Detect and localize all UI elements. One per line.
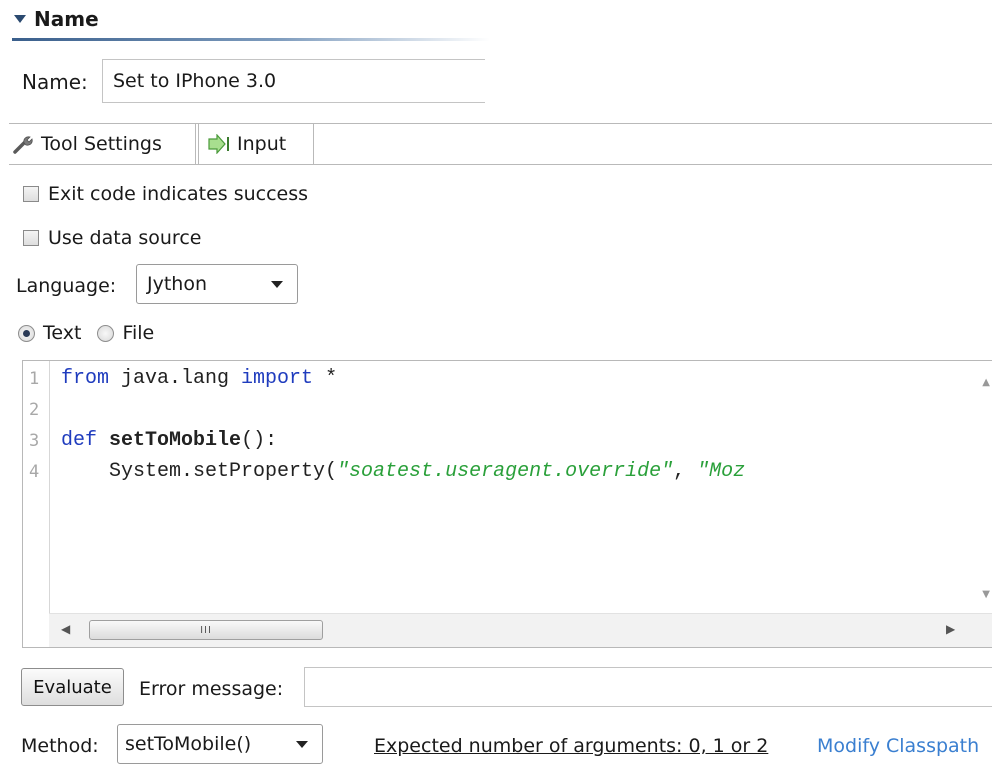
language-select[interactable]: Jython [136,264,298,304]
method-select[interactable]: setToMobile() [117,724,323,764]
error-message-input[interactable] [304,667,992,707]
source-mode-group: Text File [18,320,170,346]
scroll-right-arrow-icon[interactable]: ▶ [946,622,955,636]
use-data-source-label: Use data source [48,227,202,249]
code-text: (): [241,429,278,452]
code-line: from java.lang import * [61,367,337,390]
code-text: java.lang [109,367,242,390]
scrollbar-grip: III [200,624,212,636]
code-function-name: setToMobile [109,429,242,452]
section-header[interactable]: Name [14,4,99,34]
method-label: Method: [21,735,99,757]
code-text: System.setProperty( [61,460,338,483]
tab-bar: Tool Settings Input [9,123,992,165]
code-keyword: def [61,429,98,452]
language-label: Language: [16,275,117,297]
section-title: Name [34,7,99,31]
file-radio[interactable] [97,324,115,342]
code-keyword: import [241,367,314,390]
code-line: def setToMobile(): [61,429,277,452]
language-value: Jython [147,273,208,295]
line-number: 1 [29,369,40,389]
evaluate-button[interactable]: Evaluate [21,668,124,706]
section-divider [12,38,490,41]
exit-code-checkbox[interactable] [23,186,39,202]
line-number: 3 [29,431,40,451]
chevron-down-icon [296,740,308,748]
scroll-left-arrow-icon[interactable]: ◀ [61,622,70,636]
name-input[interactable] [102,59,485,103]
method-value: setToMobile() [125,733,252,755]
code-string: "Moz [697,460,746,483]
code-text: , [673,460,698,483]
exit-code-option[interactable]: Exit code indicates success [23,183,308,205]
scroll-up-arrow-icon[interactable]: ▲ [982,377,990,388]
tab-input[interactable]: Input [198,124,314,164]
expected-arguments-text: Expected number of arguments: 0, 1 or 2 [374,735,769,757]
name-label: Name: [22,70,88,94]
modify-classpath-link[interactable]: Modify Classpath [817,735,979,757]
collapse-triangle-icon[interactable] [14,15,26,23]
line-number-gutter: 1 2 3 4 [23,361,50,613]
wrench-icon [13,136,33,154]
text-radio-label: Text [43,322,82,344]
horizontal-scrollbar[interactable]: ◀ III ▶ [49,613,992,647]
scroll-down-arrow-icon[interactable]: ▼ [982,589,990,600]
file-radio-label: File [122,322,155,344]
use-data-source-checkbox[interactable] [23,230,39,246]
line-number: 2 [29,400,40,420]
tab-input-label: Input [237,133,287,155]
error-message-label: Error message: [139,678,284,700]
code-string: "soatest.useragent.override" [337,460,674,483]
tab-tool-settings[interactable]: Tool Settings [9,124,196,164]
code-editor[interactable]: 1 2 3 4 from java.lang import * def setT… [22,360,992,648]
chevron-down-icon [271,280,283,288]
code-text: * [313,367,338,390]
text-radio[interactable] [18,324,35,342]
code-line: System.setProperty("soatest.useragent.ov… [61,460,745,483]
exit-code-label: Exit code indicates success [48,183,309,205]
line-number: 4 [29,462,40,482]
scrollbar-thumb[interactable]: III [89,620,323,640]
code-keyword: from [61,367,110,390]
use-data-source-option[interactable]: Use data source [23,227,201,249]
tab-tool-settings-label: Tool Settings [41,133,162,155]
green-arrow-icon [208,134,229,154]
